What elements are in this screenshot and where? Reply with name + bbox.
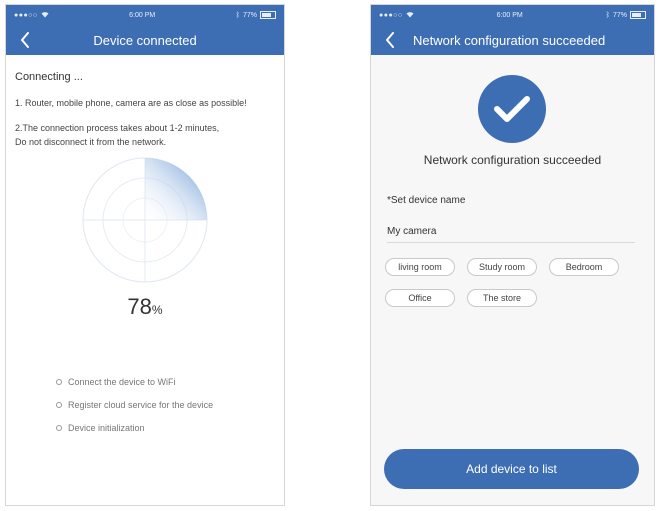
signal-icon: ●●●○○: [379, 11, 403, 19]
step-item: Device initialization: [56, 416, 213, 439]
step-pending-icon: [56, 401, 62, 408]
page-title: Network configuration succeeded: [413, 32, 606, 48]
progress-value: 78: [127, 294, 152, 319]
wifi-icon: [406, 11, 414, 20]
network-config-success-screen: ●●●○○ 6:00 PM ᛒ 77% Network configuratio…: [370, 4, 655, 506]
battery-percent: 77%: [612, 11, 627, 19]
name-chip-living-room[interactable]: living room: [385, 258, 455, 276]
chevron-left-icon: [386, 32, 394, 48]
status-time: 6:00 PM: [496, 11, 523, 19]
battery-icon: [630, 11, 646, 19]
status-bar: ●●●○○ 6:00 PM ᛒ 77%: [6, 5, 284, 25]
name-chip-the-store[interactable]: The store: [467, 289, 537, 307]
step-label: Device initialization: [68, 422, 145, 433]
nav-bar: Network configuration succeeded: [371, 25, 654, 55]
step-pending-icon: [56, 378, 62, 385]
checkmark-icon: [494, 96, 530, 122]
progress-unit: %: [151, 303, 163, 317]
status-time: 6:00 PM: [129, 11, 156, 19]
device-connected-screen: ●●●○○ 6:00 PM ᛒ 77% Device connected Con…: [5, 4, 285, 506]
tip-proximity: 1. Router, mobile phone, camera are as c…: [15, 98, 247, 108]
step-label: Connect the device to WiFi: [68, 376, 176, 387]
success-badge: [478, 75, 546, 143]
bluetooth-icon: ᛒ: [605, 11, 610, 19]
tip-network: Do not disconnect it from the network.: [15, 137, 167, 147]
name-chip-study-room[interactable]: Study room: [467, 258, 537, 276]
tip-duration: 2.The connection process takes about 1-2…: [15, 123, 220, 133]
name-chip-bedroom[interactable]: Bedroom: [549, 258, 619, 276]
device-name-input[interactable]: [387, 223, 635, 243]
progress-percent: 78%: [6, 294, 284, 320]
step-pending-icon: [56, 424, 62, 431]
step-label: Register cloud service for the device: [68, 399, 214, 410]
add-device-button[interactable]: Add device to list: [384, 449, 639, 489]
status-bar: ●●●○○ 6:00 PM ᛒ 77%: [371, 5, 654, 25]
connection-steps: Connect the device to WiFi Register clou…: [56, 370, 213, 439]
back-button[interactable]: [380, 25, 400, 55]
battery-percent: 77%: [242, 11, 257, 19]
chevron-left-icon: [21, 32, 29, 48]
step-item: Connect the device to WiFi: [56, 370, 213, 393]
page-title: Device connected: [93, 32, 197, 48]
step-item: Register cloud service for the device: [56, 393, 213, 416]
bluetooth-icon: ᛒ: [235, 11, 240, 19]
back-button[interactable]: [15, 25, 35, 55]
connection-radar: [82, 157, 208, 283]
name-chip-office[interactable]: Office: [385, 289, 455, 307]
radar-sweep: [145, 158, 207, 220]
wifi-icon: [41, 11, 49, 20]
signal-icon: ●●●○○: [14, 11, 38, 19]
device-name-label: *Set device name: [387, 195, 466, 206]
connecting-text: Connecting ...: [15, 71, 83, 83]
battery-icon: [260, 11, 276, 19]
success-message: Network configuration succeeded: [423, 153, 602, 167]
nav-bar: Device connected: [6, 25, 284, 55]
